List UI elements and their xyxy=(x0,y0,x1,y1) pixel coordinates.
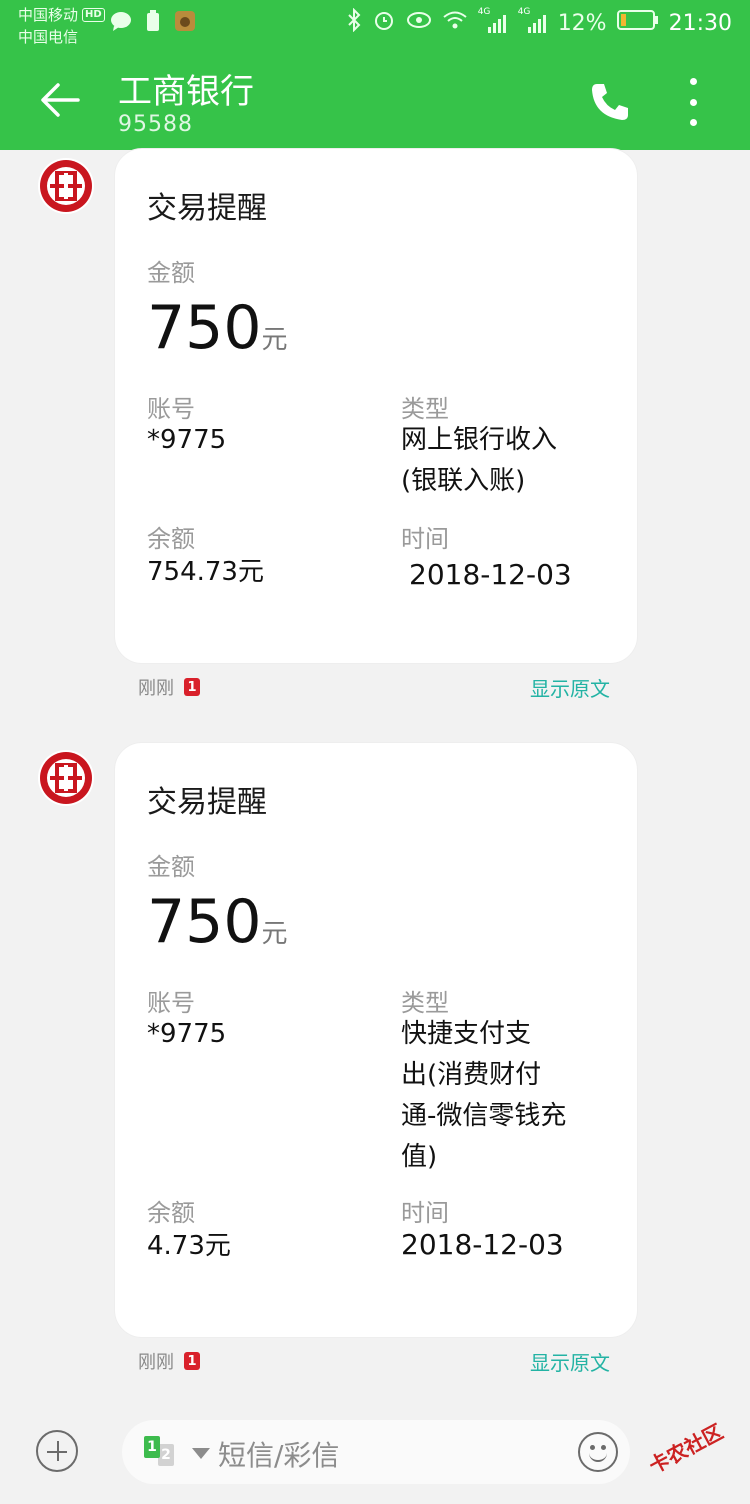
balance-label: 余额 xyxy=(147,1199,195,1227)
amount-number: 750 xyxy=(147,293,262,363)
icbc-logo-icon xyxy=(40,160,92,212)
hd-badge: HD xyxy=(82,8,105,22)
dot-icon xyxy=(689,119,697,126)
battery-percent: 12% xyxy=(557,10,607,36)
bank-logo-avatar[interactable] xyxy=(38,750,94,806)
sim-badge: 1 xyxy=(184,678,200,696)
type-value-line: 通-微信零钱充 xyxy=(401,1101,567,1131)
signal-2-label: 4G xyxy=(517,7,531,17)
message-input[interactable]: 2 1 短信/彩信 xyxy=(122,1420,630,1484)
amount-number: 750 xyxy=(147,887,262,957)
phone-icon xyxy=(592,84,628,120)
contact-name: 工商银行 xyxy=(118,72,254,112)
chat-bubble-icon xyxy=(110,10,132,32)
carrier-2: 中国电信 xyxy=(18,28,79,46)
amount-unit: 元 xyxy=(261,919,288,949)
type-value-line: 出(消费财付 xyxy=(401,1060,542,1090)
type-value-line: 网上银行收入 xyxy=(401,425,558,455)
message-title: 交易提醒 xyxy=(147,785,267,820)
message-card[interactable]: 交易提醒 金额 750元 账号 *9775 类型 网上银行收入 (银联入账) 余… xyxy=(114,148,638,664)
chevron-down-icon[interactable] xyxy=(192,1448,210,1459)
back-button[interactable] xyxy=(38,78,82,122)
eye-comfort-icon xyxy=(406,10,432,36)
show-original-link[interactable]: 显示原文 xyxy=(530,1347,610,1376)
smile-icon xyxy=(589,1450,607,1462)
call-button[interactable] xyxy=(588,80,632,124)
received-time: 刚刚 xyxy=(138,1352,174,1373)
carrier-1: 中国移动 xyxy=(18,6,79,24)
type-label: 类型 xyxy=(401,395,449,423)
signal-2-icon: 4G xyxy=(518,7,548,35)
sim-badge: 1 xyxy=(184,1352,200,1370)
add-attachment-button[interactable] xyxy=(36,1430,78,1472)
type-label: 类型 xyxy=(401,989,449,1017)
status-bar: 中国移动 HD 中国电信 4G 4G 12% 21:30 xyxy=(0,0,750,48)
amount-label: 金额 xyxy=(147,259,195,287)
signal-1-icon: 4G xyxy=(478,7,508,35)
amount-value: 750元 xyxy=(147,292,288,376)
dot-icon xyxy=(689,78,697,85)
emoji-button[interactable] xyxy=(578,1432,618,1472)
carrier-info: 中国移动 HD 中国电信 xyxy=(18,4,105,48)
received-time: 刚刚 xyxy=(138,678,174,699)
account-label: 账号 xyxy=(147,395,195,423)
wifi-icon xyxy=(442,10,468,36)
notification-icons xyxy=(110,10,196,32)
battery-saver-icon xyxy=(142,10,164,32)
top-bar: 中国移动 HD 中国电信 4G 4G 12% 21:30 工商银行 95588 xyxy=(0,0,750,150)
account-label: 账号 xyxy=(147,989,195,1017)
time-label: 时间 xyxy=(401,1199,449,1227)
time-label: 时间 xyxy=(401,525,449,553)
type-value-line: 值) xyxy=(401,1142,438,1172)
balance-value: 754.73元 xyxy=(147,557,264,587)
balance-label: 余额 xyxy=(147,525,195,553)
dot-icon xyxy=(689,98,697,106)
alarm-icon xyxy=(372,8,396,38)
sim-2-icon: 2 xyxy=(158,1444,174,1466)
message-placeholder: 短信/彩信 xyxy=(218,1439,340,1472)
amount-label: 金额 xyxy=(147,853,195,881)
amount-unit: 元 xyxy=(261,325,288,355)
message-card[interactable]: 交易提醒 金额 750元 账号 *9775 类型 快捷支付支 出(消费财付 通-… xyxy=(114,742,638,1338)
account-value: *9775 xyxy=(147,1019,227,1049)
date-value: 2018-12-03 xyxy=(401,1228,564,1261)
bank-logo-avatar[interactable] xyxy=(38,158,94,214)
system-status: 4G 4G 12% 21:30 xyxy=(346,7,732,38)
show-original-link[interactable]: 显示原文 xyxy=(530,673,610,702)
account-value: *9775 xyxy=(147,425,227,455)
bluetooth-icon xyxy=(346,7,362,38)
conversation-header: 工商银行 95588 xyxy=(0,50,750,150)
type-value-line: 快捷支付支 xyxy=(401,1019,532,1049)
type-value-line: (银联入账) xyxy=(401,466,526,496)
message-meta: 刚刚 1 xyxy=(138,1348,200,1374)
signal-1-label: 4G xyxy=(477,7,491,17)
sim-1-icon: 1 xyxy=(144,1436,160,1458)
app-notification-icon xyxy=(174,10,196,32)
arrow-left-icon xyxy=(41,83,80,117)
balance-value: 4.73元 xyxy=(147,1231,231,1261)
date-value: 2018-12-03 xyxy=(409,558,572,591)
clock: 21:30 xyxy=(668,10,732,36)
icbc-logo-icon xyxy=(40,752,92,804)
battery-icon xyxy=(616,9,659,37)
contact-number: 95588 xyxy=(118,112,193,137)
more-options-button[interactable] xyxy=(684,78,702,126)
message-title: 交易提醒 xyxy=(147,191,267,226)
message-meta: 刚刚 1 xyxy=(138,674,200,700)
amount-value: 750元 xyxy=(147,886,288,970)
sim-selector[interactable]: 2 1 xyxy=(144,1436,178,1468)
